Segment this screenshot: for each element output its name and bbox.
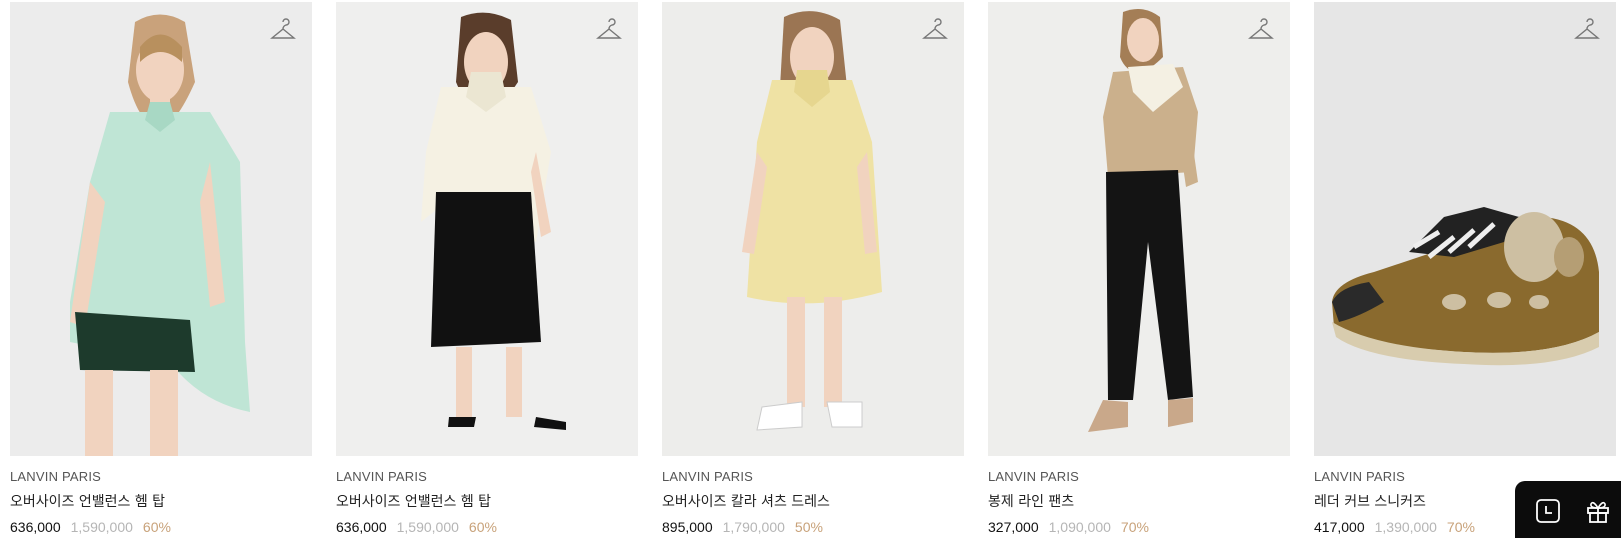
sale-price: 417,000 [1314, 519, 1365, 535]
discount-rate: 50% [794, 519, 823, 535]
original-price: 1,590,000 [396, 519, 459, 535]
product-image[interactable] [662, 2, 964, 456]
original-price: 1,790,000 [722, 519, 785, 535]
original-price: 1,090,000 [1048, 519, 1111, 535]
discount-rate: 60% [468, 519, 497, 535]
sale-price: 895,000 [662, 519, 713, 535]
product-prices: 327,000 1,090,000 70% [988, 519, 1290, 535]
product-card[interactable]: LANVIN PARIS 오버사이즈 언밸런스 헴 탑 636,000 1,59… [10, 2, 312, 535]
clock-icon [1536, 499, 1560, 523]
hanger-icon[interactable] [1248, 18, 1274, 44]
product-name[interactable]: 오버사이즈 칼라 셔츠 드레스 [662, 491, 964, 511]
product-image[interactable] [1314, 2, 1616, 456]
sale-price: 636,000 [10, 519, 61, 535]
product-prices: 636,000 1,590,000 60% [10, 519, 312, 535]
hanger-icon[interactable] [922, 18, 948, 44]
product-name[interactable]: 오버사이즈 언밸런스 헴 탑 [10, 491, 312, 511]
product-prices: 895,000 1,790,000 50% [662, 519, 964, 535]
original-price: 1,590,000 [70, 519, 133, 535]
product-prices: 636,000 1,590,000 60% [336, 519, 638, 535]
product-card[interactable]: LANVIN PARIS 오버사이즈 칼라 셔츠 드레스 895,000 1,7… [662, 2, 964, 535]
product-name[interactable]: 봉제 라인 팬츠 [988, 491, 1290, 511]
hanger-icon[interactable] [270, 18, 296, 44]
discount-rate: 70% [1446, 519, 1475, 535]
product-card[interactable]: LANVIN PARIS 레더 커브 스니커즈 417,000 1,390,00… [1314, 2, 1616, 535]
discount-rate: 70% [1120, 519, 1149, 535]
floating-action-bar [1515, 481, 1621, 538]
product-brand: LANVIN PARIS [662, 469, 754, 484]
product-card[interactable]: LANVIN PARIS 봉제 라인 팬츠 327,000 1,090,000 … [988, 2, 1290, 535]
product-image[interactable] [10, 2, 312, 456]
product-image[interactable] [336, 2, 638, 456]
product-card[interactable]: LANVIN PARIS 오버사이즈 언밸런스 헴 탑 636,000 1,59… [336, 2, 638, 535]
product-image[interactable] [988, 2, 1290, 456]
recent-viewed-button[interactable] [1533, 496, 1563, 526]
gift-button[interactable] [1583, 496, 1613, 526]
sale-price: 636,000 [336, 519, 387, 535]
product-brand: LANVIN PARIS [988, 469, 1080, 484]
gift-icon [1587, 501, 1609, 523]
product-brand: LANVIN PARIS [336, 469, 428, 484]
product-name[interactable]: 오버사이즈 언밸런스 헴 탑 [336, 491, 638, 511]
sale-price: 327,000 [988, 519, 1039, 535]
hanger-icon[interactable] [1574, 18, 1600, 44]
product-grid: LANVIN PARIS 오버사이즈 언밸런스 헴 탑 636,000 1,59… [10, 2, 1616, 535]
hanger-icon[interactable] [596, 18, 622, 44]
discount-rate: 60% [142, 519, 171, 535]
product-brand: LANVIN PARIS [10, 469, 102, 484]
original-price: 1,390,000 [1374, 519, 1437, 535]
